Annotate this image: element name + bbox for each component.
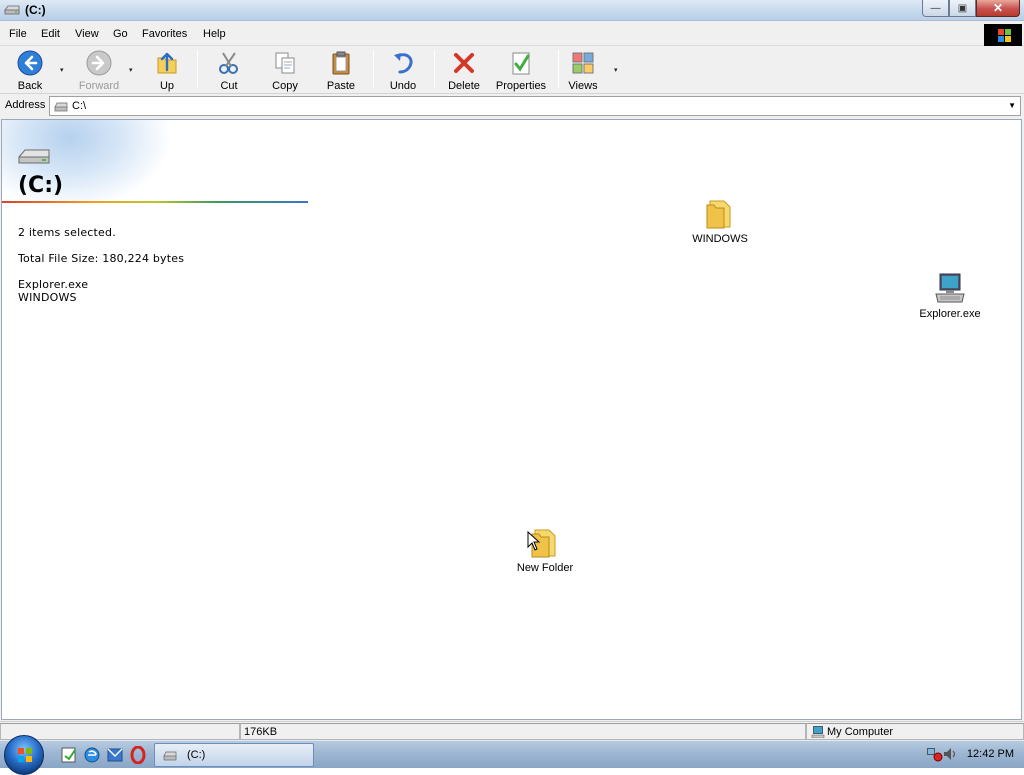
drive-icon [4,5,20,15]
title-bar[interactable]: (C:) — ▣ ✕ [0,0,1024,21]
selection-count-text: 2 items selected. [18,226,116,239]
selected-item-name: WINDOWS [18,291,77,304]
forward-dropdown-icon[interactable]: ▾ [129,66,133,74]
properties-icon [512,52,530,75]
menu-edit[interactable]: Edit [41,28,60,40]
undo-icon [394,53,413,74]
start-button[interactable] [4,735,44,775]
folder-item-new-folder[interactable]: New Folder [509,526,581,574]
window-title: (C:) [25,3,46,17]
status-bar: 176KB My Computer [0,721,1024,740]
toolbar-separator [197,50,198,88]
paste-button[interactable]: Paste [322,48,360,92]
undo-button[interactable]: Undo [384,48,422,92]
maximize-button[interactable]: ▣ [949,0,976,17]
properties-label: Properties [495,80,547,92]
copy-label: Copy [272,80,298,92]
forward-button[interactable]: Forward [76,48,122,92]
mouse-cursor-icon [527,531,541,551]
copy-button[interactable]: Copy [266,48,304,92]
clipboard-icon [332,51,350,75]
menu-go[interactable]: Go [113,28,128,40]
paste-label: Paste [326,80,356,92]
file-item-explorer-exe[interactable]: Explorer.exe [907,272,993,320]
address-bar: Address C:\ ▼ [0,94,1024,118]
outlook-icon[interactable] [106,746,124,764]
address-value: C:\ [72,100,87,112]
toolbar-separator [558,50,559,88]
menu-view[interactable]: View [75,28,99,40]
taskbar-window-label: (C:) [187,749,206,761]
file-label: Explorer.exe [919,308,981,320]
menu-file[interactable]: File [9,28,27,40]
minimize-button[interactable]: — [922,0,949,17]
menu-bar: File Edit View Go Favorites Help [0,22,1024,46]
drive-icon [54,102,68,112]
delete-button[interactable]: Delete [444,48,484,92]
up-button[interactable]: Up [150,48,184,92]
up-label: Up [159,80,175,92]
back-arrow-icon [17,50,43,76]
properties-button[interactable]: Properties [494,48,548,92]
undo-label: Undo [389,80,417,92]
toolbar: Back ▾ Forward ▾ Up Cut Copy Paste Undo … [0,46,1024,94]
windows-flag-icon [18,748,32,762]
back-dropdown-icon[interactable]: ▾ [60,66,64,74]
forward-label: Forward [78,80,120,92]
address-dropdown-icon[interactable]: ▼ [1008,101,1016,110]
cut-label: Cut [220,80,238,92]
toolbar-separator [434,50,435,88]
explorer-window: (C:) — ▣ ✕ File Edit View Go Favorites H… [0,0,1024,740]
webview-divider [2,201,308,203]
views-button[interactable]: Views [566,48,600,92]
internet-explorer-icon[interactable] [83,746,101,764]
system-tray: 12:42 PM [914,741,1024,769]
taskbar-window-button[interactable]: (C:) [154,743,314,767]
notepad-icon[interactable] [60,746,78,764]
my-computer-icon [811,726,825,738]
computer-icon [935,273,965,303]
menu-help[interactable]: Help [203,28,226,40]
folder-label: WINDOWS [692,233,748,245]
delete-x-icon [454,53,474,73]
delete-label: Delete [448,80,480,92]
folder-item-windows[interactable]: WINDOWS [684,197,756,245]
views-dropdown-icon[interactable]: ▾ [614,66,618,74]
status-pane-size: 176KB [240,723,806,740]
status-zone-text: My Computer [827,726,894,738]
toolbar-separator [373,50,374,88]
address-input[interactable]: C:\ ▼ [49,96,1021,116]
forward-arrow-icon [86,50,112,76]
cut-button[interactable]: Cut [212,48,246,92]
views-label: Views [568,80,598,92]
scissors-icon [219,52,238,74]
taskbar: (C:) 12:42 PM [0,735,1024,775]
folder-icon [706,200,731,229]
status-pane-zone: My Computer [806,723,1024,740]
menu-favorites[interactable]: Favorites [142,28,187,40]
hard-drive-icon [18,149,50,164]
up-folder-icon [157,52,177,74]
close-button[interactable]: ✕ [976,0,1020,17]
clock[interactable]: 12:42 PM [967,748,1014,760]
drive-icon [163,751,177,761]
back-label: Back [17,80,43,92]
volume-icon[interactable] [942,746,958,762]
windows-logo-icon [984,24,1022,46]
folder-view[interactable]: (C:) 2 items selected. Total File Size: … [1,119,1022,720]
window-controls: — ▣ ✕ [922,0,1020,18]
status-size-text: 176KB [244,726,278,738]
back-button[interactable]: Back [10,48,50,92]
selected-item-name: Explorer.exe [18,278,89,291]
file-size-text: Total File Size: 180,224 bytes [18,252,185,265]
copy-icon [275,52,295,74]
views-icon [572,52,594,74]
webview-title: (C:) [18,173,64,198]
opera-icon[interactable] [129,746,147,764]
address-label: Address [5,99,46,111]
folder-label: New Folder [516,562,574,574]
status-pane-main [0,723,240,740]
